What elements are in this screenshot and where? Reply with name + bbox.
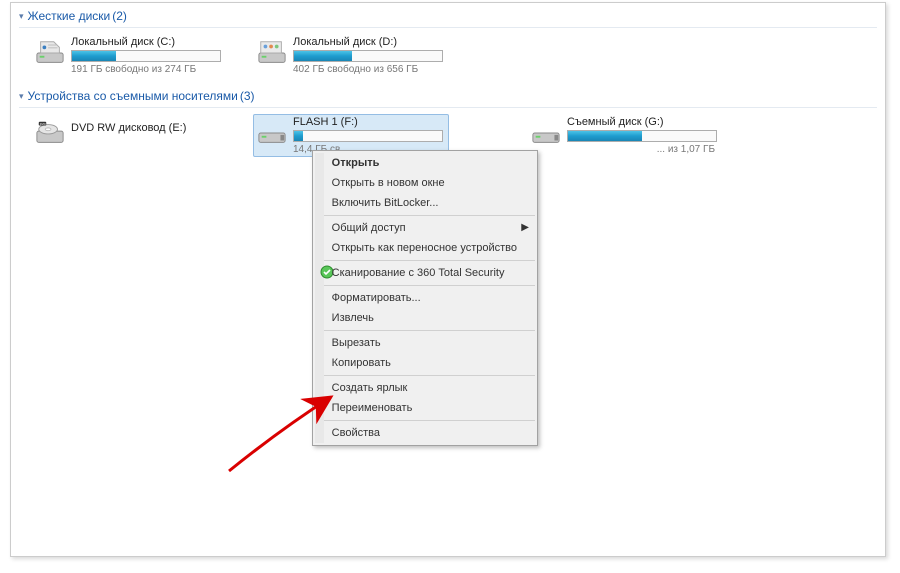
context-menu-open-portable[interactable]: Открыть как переносное устройство bbox=[324, 238, 535, 258]
drive-dvd-e[interactable]: DVD DVD RW дисковод (E:) bbox=[31, 114, 235, 157]
removable-drive-icon bbox=[531, 118, 561, 148]
context-menu-separator bbox=[324, 420, 535, 421]
section-count: (3) bbox=[240, 89, 255, 103]
drive-capacity-bar bbox=[71, 50, 221, 62]
context-menu-separator bbox=[324, 215, 535, 216]
hdd-icon bbox=[35, 38, 65, 68]
context-menu-separator bbox=[324, 285, 535, 286]
context-menu-open-new-window[interactable]: Открыть в новом окне bbox=[324, 173, 535, 193]
drive-status: ... из 1,07 ГБ bbox=[567, 144, 715, 155]
context-menu-properties[interactable]: Свойства bbox=[324, 423, 535, 443]
section-count: (2) bbox=[112, 9, 127, 23]
drive-d[interactable]: Локальный диск (D:) 402 ГБ свободно из 6… bbox=[253, 34, 457, 77]
section-title: Жесткие диски bbox=[28, 9, 111, 23]
explorer-content-pane: ▾ Жесткие диски (2) Локальный диск (C:) … bbox=[10, 2, 886, 557]
drive-capacity-bar bbox=[293, 130, 443, 142]
section-separator bbox=[19, 27, 877, 28]
context-menu-copy[interactable]: Копировать bbox=[324, 353, 535, 373]
context-menu-share[interactable]: Общий доступ ▶ bbox=[324, 218, 535, 238]
context-menu-separator bbox=[324, 330, 535, 331]
drive-label: DVD RW дисковод (E:) bbox=[71, 122, 231, 134]
hard-drives-row: Локальный диск (C:) 191 ГБ свободно из 2… bbox=[11, 32, 885, 83]
context-menu-rename[interactable]: Переименовать bbox=[324, 398, 535, 418]
context-menu-bitlocker[interactable]: Включить BitLocker... bbox=[324, 193, 535, 213]
section-separator bbox=[19, 107, 877, 108]
context-menu-eject[interactable]: Извлечь bbox=[324, 308, 535, 328]
context-menu: Открыть Открыть в новом окне Включить Bi… bbox=[312, 150, 538, 446]
hdd-icon bbox=[257, 38, 287, 68]
dvd-drive-icon: DVD bbox=[35, 118, 65, 148]
drive-removable-g[interactable]: Съемный диск (G:) ... из 1,07 ГБ bbox=[527, 114, 731, 157]
context-menu-format[interactable]: Форматировать... bbox=[324, 288, 535, 308]
drive-capacity-bar bbox=[293, 50, 443, 62]
removable-drive-icon bbox=[257, 118, 287, 148]
context-menu-separator bbox=[324, 375, 535, 376]
collapse-icon: ▾ bbox=[19, 11, 24, 22]
section-hard-drives-header[interactable]: ▾ Жесткие диски (2) bbox=[19, 9, 885, 23]
drive-label: Съемный диск (G:) bbox=[567, 116, 727, 128]
collapse-icon: ▾ bbox=[19, 91, 24, 102]
context-menu-cut[interactable]: Вырезать bbox=[324, 333, 535, 353]
drive-label: FLASH 1 (F:) bbox=[293, 116, 445, 128]
context-menu-open[interactable]: Открыть bbox=[324, 153, 535, 173]
drive-label: Локальный диск (C:) bbox=[71, 36, 231, 48]
svg-text:DVD: DVD bbox=[40, 122, 46, 126]
drive-label: Локальный диск (D:) bbox=[293, 36, 453, 48]
drive-c[interactable]: Локальный диск (C:) 191 ГБ свободно из 2… bbox=[31, 34, 235, 77]
context-menu-separator bbox=[324, 260, 535, 261]
section-title: Устройства со съемными носителями bbox=[28, 89, 238, 103]
context-menu-share-label: Общий доступ bbox=[332, 222, 406, 234]
drive-capacity-bar bbox=[567, 130, 717, 142]
context-menu-create-shortcut[interactable]: Создать ярлык bbox=[324, 378, 535, 398]
submenu-arrow-icon: ▶ bbox=[521, 222, 529, 233]
drive-status: 402 ГБ свободно из 656 ГБ bbox=[293, 64, 453, 75]
context-menu-scan-360[interactable]: Сканирование с 360 Total Security bbox=[324, 263, 535, 283]
context-menu-gutter bbox=[315, 153, 324, 443]
drive-status: 191 ГБ свободно из 274 ГБ bbox=[71, 64, 231, 75]
section-removable-header[interactable]: ▾ Устройства со съемными носителями (3) bbox=[19, 89, 885, 103]
